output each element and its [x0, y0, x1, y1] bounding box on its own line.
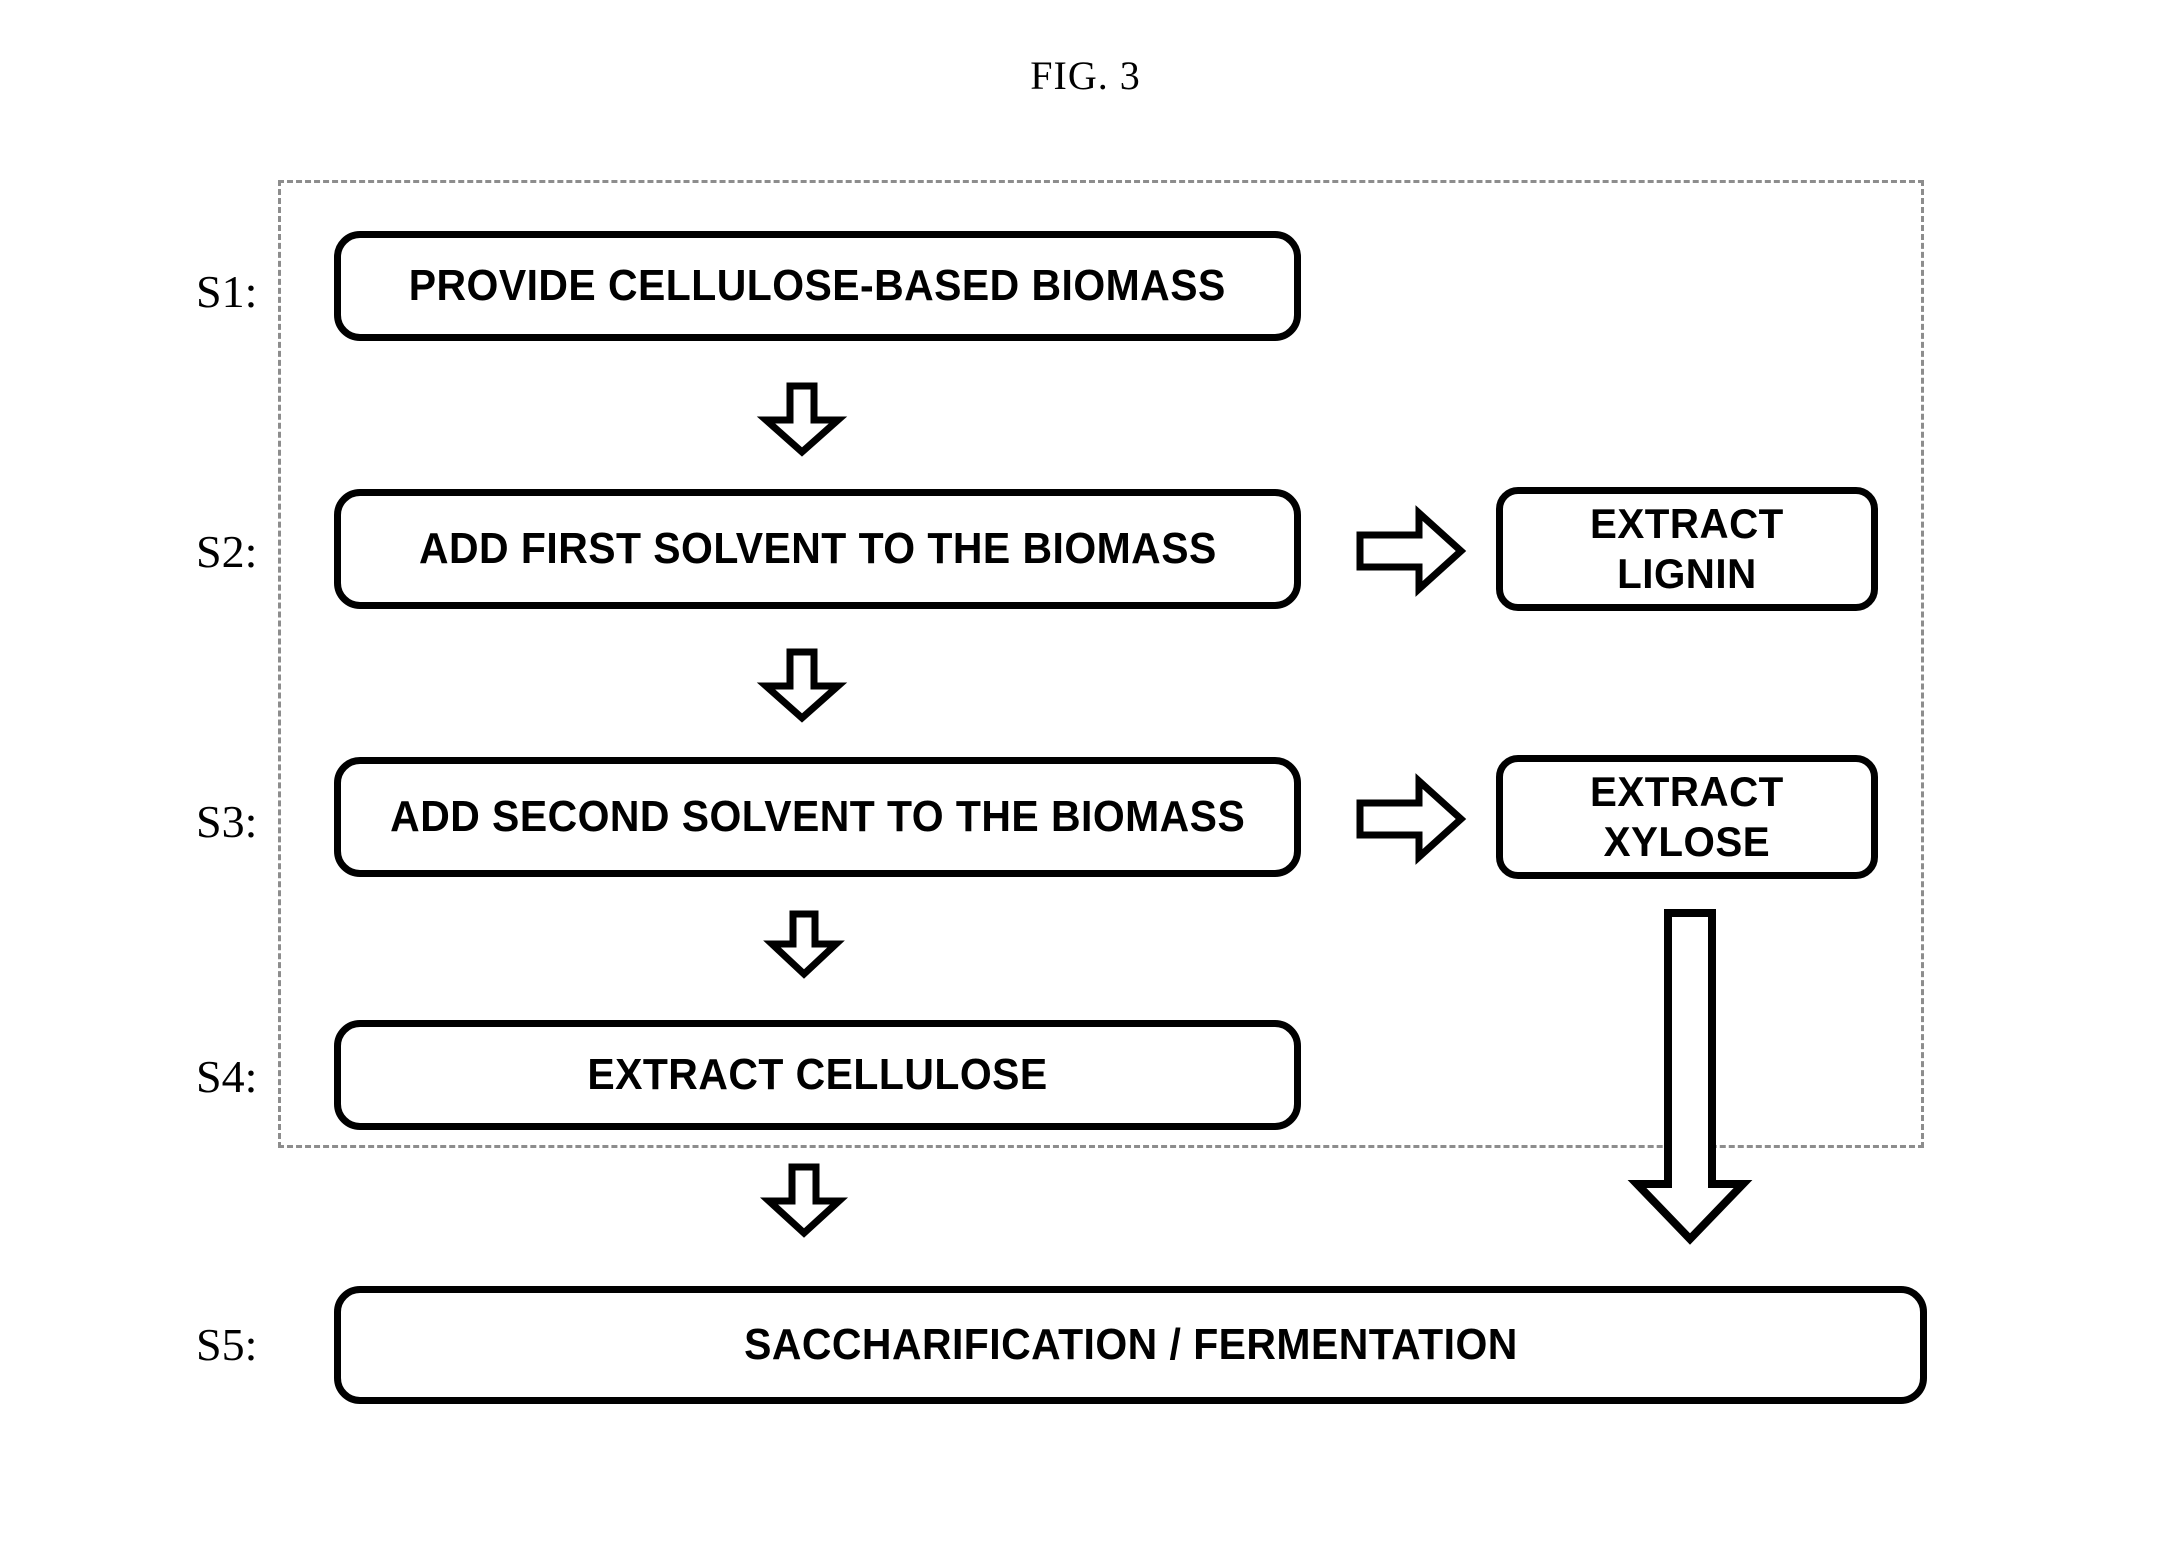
arrow-down-s4-to-s5 [759, 1163, 849, 1238]
output-box-xylose[interactable]: EXTRACT XYLOSE [1496, 755, 1878, 879]
step-label-s3: S3: [196, 796, 258, 847]
step-box-s3-text: ADD SECOND SOLVENT TO THE BIOMASS [389, 792, 1246, 842]
step-box-s3[interactable]: ADD SECOND SOLVENT TO THE BIOMASS [334, 757, 1301, 877]
step-label-s5: S5: [196, 1319, 258, 1370]
step-box-s5-text: SACCHARIFICATION / FERMENTATION [743, 1320, 1518, 1370]
step-box-s1[interactable]: PROVIDE CELLULOSE-BASED BIOMASS [334, 231, 1301, 341]
step-label-s2: S2: [196, 526, 258, 577]
arrow-down-s2-to-s3 [756, 648, 848, 723]
figure-canvas: FIG. 3 S1: PROVIDE CELLULOSE-BASED BIOMA… [0, 0, 2171, 1545]
step-label-s4: S4: [196, 1051, 258, 1102]
output-box-xylose-text: EXTRACT XYLOSE [1590, 768, 1784, 865]
arrow-right-s2-to-lignin [1355, 505, 1467, 597]
step-box-s5[interactable]: SACCHARIFICATION / FERMENTATION [334, 1286, 1927, 1404]
step-box-s4-text: EXTRACT CELLULOSE [587, 1050, 1048, 1100]
arrow-right-s3-to-xylose [1355, 773, 1467, 865]
figure-title: FIG. 3 [1030, 53, 1141, 98]
step-box-s2[interactable]: ADD FIRST SOLVENT TO THE BIOMASS [334, 489, 1301, 609]
step-label-s1: S1: [196, 266, 258, 317]
step-box-s1-text: PROVIDE CELLULOSE-BASED BIOMASS [409, 261, 1226, 311]
arrow-down-xylose-to-s5 [1627, 908, 1753, 1245]
arrow-down-s1-to-s2 [756, 382, 848, 457]
output-box-lignin[interactable]: EXTRACT LIGNIN [1496, 487, 1878, 611]
output-box-lignin-text: EXTRACT LIGNIN [1590, 500, 1784, 597]
step-box-s2-text: ADD FIRST SOLVENT TO THE BIOMASS [418, 524, 1217, 574]
step-box-s4[interactable]: EXTRACT CELLULOSE [334, 1020, 1301, 1130]
arrow-down-s3-to-s4 [763, 910, 845, 979]
